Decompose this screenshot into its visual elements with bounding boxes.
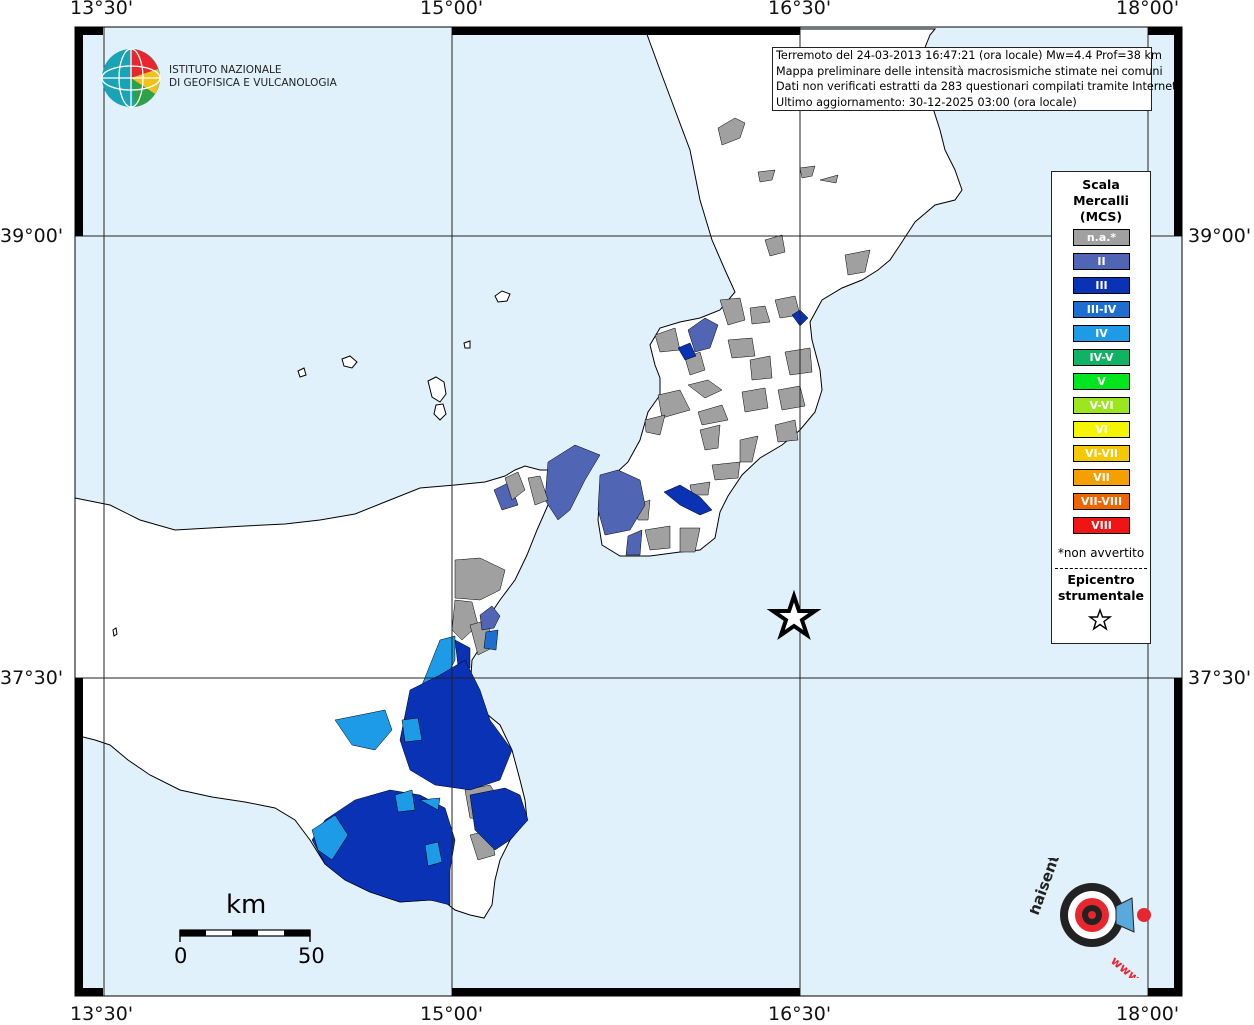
lat-label-left-2: 37°30' <box>0 667 64 689</box>
institute-line-1: ISTITUTO NAZIONALE <box>169 64 282 76</box>
lon-label-top-3: 16°30' <box>768 0 832 19</box>
intensity-legend: Scala Mercalli (MCS) n.a.* II III III-IV IV I… <box>1051 171 1151 644</box>
legend-epicenter-label: Epicentro strumentale <box>1052 572 1150 604</box>
legend-swatch-iiiiv: III-IV <box>1073 301 1130 318</box>
lat-label-right-1: 39°00' <box>1188 225 1252 247</box>
legend-swatch-iv: IV <box>1073 325 1130 342</box>
event-info-line-1: Terremoto del 24-03-2013 16:47:21 (ora l… <box>776 49 1162 62</box>
legend-title: Scala Mercalli (MCS) <box>1052 177 1150 225</box>
legend-note: *non avvertito <box>1057 546 1145 560</box>
legend-swatch-vivii: VI-VII <box>1073 445 1130 462</box>
legend-swatch-vvi: V-VI <box>1073 397 1130 414</box>
legend-star-icon <box>1088 608 1112 631</box>
haisentito-logo-icon: haisentitoilterremoto.it www. <box>1030 858 1151 978</box>
lon-label-top-1: 13°30' <box>70 0 134 19</box>
ingv-logo-icon <box>101 48 161 108</box>
legend-swatch-na: n.a.* <box>1073 229 1130 246</box>
lon-label-bottom-4: 18°00' <box>1116 1003 1180 1025</box>
legend-swatch-iii: III <box>1073 277 1130 294</box>
legend-epicenter-line-1: Epicentro <box>1067 572 1135 587</box>
island-ustica <box>112 627 118 637</box>
legend-swatch-viii: VIII <box>1073 517 1130 534</box>
scale-max-label: 50 <box>298 944 325 968</box>
event-info-box: Terremoto del 24-03-2013 16:47:21 (ora l… <box>772 47 1181 111</box>
lon-label-bottom-3: 16°30' <box>768 1003 832 1025</box>
legend-swatch-ivv: IV-V <box>1073 349 1130 366</box>
legend-title-line-1: Scala <box>1082 177 1120 192</box>
lat-label-left-1: 39°00' <box>0 225 64 247</box>
legend-epicenter-line-2: strumentale <box>1057 588 1145 603</box>
lon-label-bottom-1: 13°30' <box>70 1003 134 1025</box>
institute-line-2: DI GEOFISICA E VULCANOLOGIA <box>169 77 337 89</box>
legend-swatch-v: V <box>1073 373 1130 390</box>
event-info-line-3: Dati non verificati estratti da 283 ques… <box>776 80 1181 93</box>
institute-name: ISTITUTO NAZIONALE DI GEOFISICA E VULCAN… <box>169 64 337 90</box>
haisentito-logo-prefix: www. <box>1108 954 1145 978</box>
lon-label-top-4: 18°00' <box>1116 0 1180 19</box>
legend-swatch-vi: VI <box>1073 421 1130 438</box>
lon-label-bottom-2: 15°00' <box>420 1003 484 1025</box>
event-info-line-4: Ultimo aggiornamento: 30-12-2025 03:00 (… <box>776 95 1077 109</box>
scale-bar <box>179 929 311 942</box>
scale-min-label: 0 <box>174 944 188 968</box>
legend-title-line-2: Mercalli <box>1073 193 1129 208</box>
legend-swatch-viiviii: VII-VIII <box>1073 493 1130 510</box>
event-info-line-2: Mappa preliminare delle intensità macros… <box>776 64 1163 78</box>
legend-title-line-3: (MCS) <box>1079 209 1123 224</box>
legend-swatch-ii: II <box>1073 253 1130 270</box>
legend-divider <box>1055 568 1147 569</box>
legend-swatch-vii: VII <box>1073 469 1130 486</box>
lat-label-right-2: 37°30' <box>1188 667 1252 689</box>
lon-label-top-2: 15°00' <box>420 0 484 19</box>
